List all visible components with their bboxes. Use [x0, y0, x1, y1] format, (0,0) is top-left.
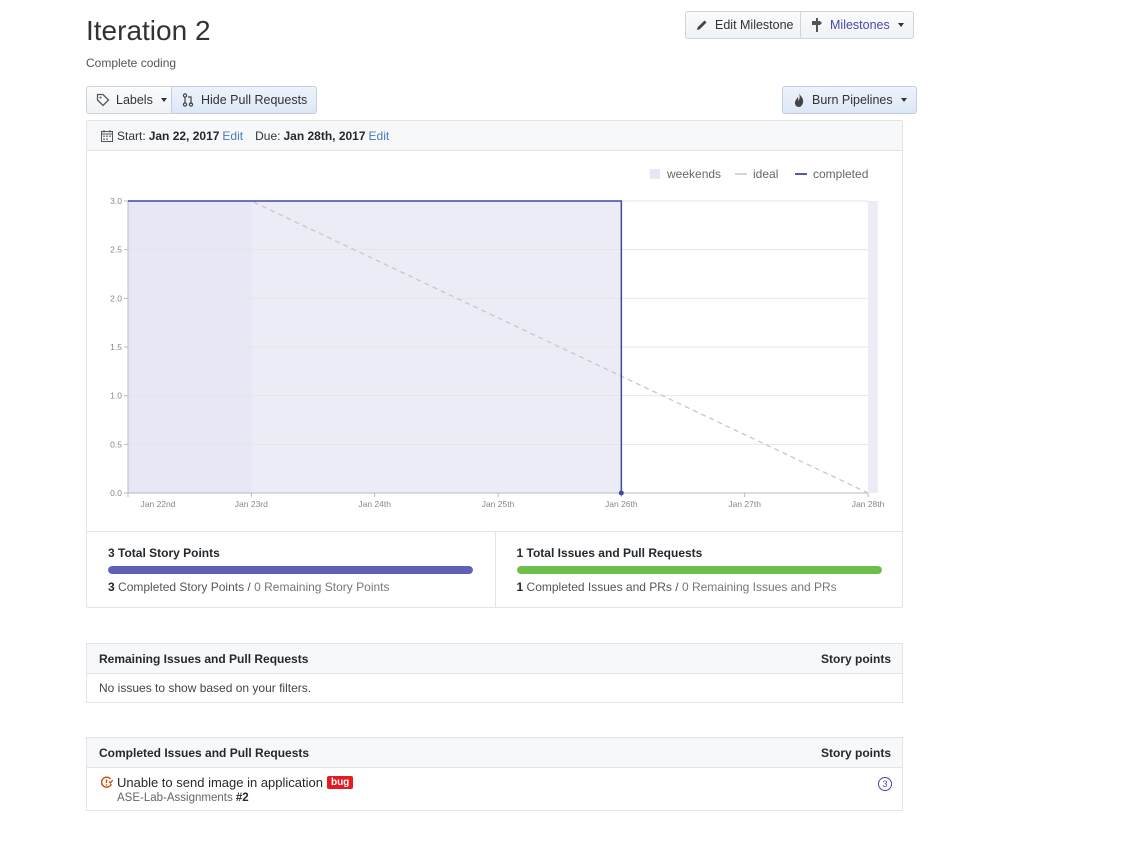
legend-weekends-label: weekends	[666, 167, 721, 181]
story-points-progress	[108, 566, 473, 574]
issue-title-line: Unable to send image in application bug	[99, 775, 354, 790]
issue-closed-icon	[99, 776, 113, 790]
labels-label: Labels	[116, 93, 153, 107]
weekend-band	[868, 201, 878, 493]
edit-milestone-button[interactable]: Edit Milestone	[685, 11, 804, 39]
issue-repo-line: ASE-Lab-Assignments #2	[117, 792, 353, 804]
remaining-issues-header: Remaining Issues and Pull Requests Story…	[87, 644, 902, 674]
milestones-label: Milestones	[830, 18, 890, 32]
completed-issues-box: Completed Issues and Pull Requests Story…	[86, 737, 903, 811]
edit-milestone-label: Edit Milestone	[715, 18, 794, 32]
y-tick-label: 1.5	[110, 342, 122, 352]
completed-issues-title: Completed Issues and Pull Requests	[99, 745, 310, 760]
edit-due-link[interactable]: Edit	[369, 129, 390, 143]
story-points-badge: 3	[878, 777, 892, 791]
milestones-dropdown[interactable]: Milestones	[800, 11, 914, 39]
burn-pipelines-label: Burn Pipelines	[812, 93, 893, 107]
legend-completed-label: completed	[813, 167, 868, 181]
hide-pull-requests-label: Hide Pull Requests	[201, 93, 308, 107]
completed-point	[618, 490, 624, 496]
issues-progress	[516, 566, 882, 574]
x-tick-label: Jan 23rd	[235, 499, 268, 509]
story-points-header: Story points	[820, 651, 891, 666]
burndown-chart: 0.0 0.5 1.0 1.5 2.0 2.5 3.0 Jan 22nd Jan 23rd Jan…	[87, 151, 902, 531]
story-points-summary: 3 Completed Story Points / 0 Remaining S…	[108, 580, 474, 594]
empty-message: No issues to show based on your filters.	[99, 681, 312, 695]
chevron-down-icon	[160, 98, 167, 102]
page-title: Iteration 2	[86, 15, 211, 46]
pencil-icon	[695, 18, 709, 32]
issues-progress-fill	[516, 566, 882, 574]
issue-row[interactable]: Unable to send image in application bug …	[87, 768, 902, 810]
remaining-issues-box: Remaining Issues and Pull Requests Story…	[86, 643, 903, 703]
start-label: Start:	[117, 128, 146, 143]
completed-story-count: 3	[108, 580, 115, 594]
issues-summary: 1 Completed Issues and PRs / 0 Remaining…	[517, 580, 882, 594]
issue-number[interactable]: #2	[236, 792, 249, 804]
x-tick-label: Jan 27th	[728, 499, 761, 509]
x-tick-label: Jan 22nd	[141, 499, 176, 509]
y-tick-label: 0.0	[110, 488, 122, 498]
burn-pipelines-dropdown[interactable]: Burn Pipelines	[782, 86, 917, 114]
x-tick-label: Jan 25th	[482, 499, 515, 509]
hide-pull-requests-button[interactable]: Hide Pull Requests	[171, 86, 318, 114]
burndown-panel: Start: Jan 22, 2017 Edit Due: Jan 28th, …	[86, 120, 903, 608]
completed-issues-text: Completed Issues and PRs /	[523, 580, 682, 594]
y-tick-label: 3.0	[110, 196, 122, 206]
chevron-down-icon	[897, 23, 904, 27]
legend-ideal-label: ideal	[753, 167, 778, 181]
x-tick-label: Jan 26th	[605, 499, 638, 509]
tag-icon	[96, 93, 110, 107]
issues-title: 1 Total Issues and Pull Requests	[516, 546, 703, 560]
x-tick-label: Jan 24th	[358, 499, 391, 509]
issues-stat: 1 Total Issues and Pull Requests 1 Compl…	[494, 532, 903, 607]
page-subtitle: Complete coding	[86, 56, 177, 70]
pull-request-icon	[181, 93, 195, 107]
y-tick-label: 2.0	[110, 293, 122, 303]
labels-dropdown[interactable]: Labels	[86, 86, 177, 114]
y-tick-label: 2.5	[110, 245, 122, 255]
story-points-header: Story points	[820, 745, 891, 760]
issue-repo[interactable]: ASE-Lab-Assignments	[117, 792, 233, 804]
legend-weekends-swatch	[650, 169, 660, 179]
bug-label[interactable]: bug	[326, 776, 354, 789]
burndown-chart-svg: 0.0 0.5 1.0 1.5 2.0 2.5 3.0 Jan 22nd Jan 23rd Jan…	[110, 167, 885, 509]
issue-title-link[interactable]: Unable to send image in application	[117, 775, 323, 790]
calendar-icon	[100, 129, 114, 143]
start-date: Jan 22, 2017	[148, 128, 220, 143]
story-points-progress-fill	[108, 566, 473, 574]
chevron-down-icon	[900, 98, 907, 102]
story-points-title: 3 Total Story Points	[108, 546, 220, 560]
story-points-stat: 3 Total Story Points 3 Completed Story P…	[87, 532, 495, 607]
x-tick-label: Jan 28th	[852, 499, 885, 509]
progress-stats: 3 Total Story Points 3 Completed Story P…	[87, 531, 902, 607]
y-tick-label: 0.5	[110, 439, 122, 449]
due-date: Jan 28th, 2017	[283, 128, 366, 143]
milestone-dates: Start: Jan 22, 2017 Edit Due: Jan 28th, …	[87, 121, 902, 151]
remaining-issues-title: Remaining Issues and Pull Requests	[99, 651, 309, 666]
flame-icon	[792, 93, 806, 107]
completed-issues-header: Completed Issues and Pull Requests Story…	[87, 738, 902, 768]
remaining-issues-text: 0 Remaining Issues and PRs	[681, 580, 837, 594]
remaining-story-text: 0 Remaining Story Points	[254, 580, 390, 594]
due-label: Due:	[255, 128, 281, 143]
y-tick-label: 1.0	[110, 391, 122, 401]
edit-start-link[interactable]: Edit	[222, 129, 243, 143]
signpost-icon	[810, 18, 824, 32]
completed-story-text: Completed Story Points /	[114, 580, 255, 594]
